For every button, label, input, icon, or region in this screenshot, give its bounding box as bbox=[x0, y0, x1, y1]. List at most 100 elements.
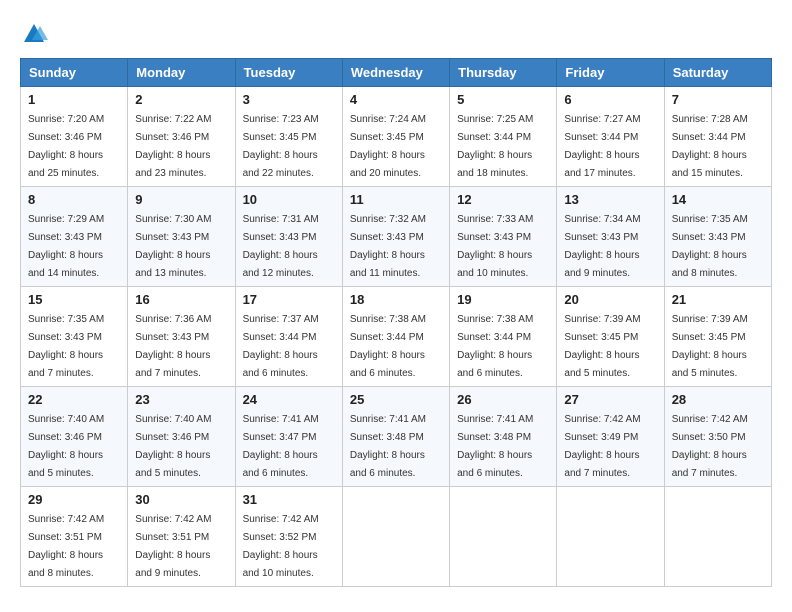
day-info: Sunrise: 7:40 AM Sunset: 3:46 PM Dayligh… bbox=[135, 414, 211, 479]
day-number: 22 bbox=[28, 392, 120, 407]
day-number: 31 bbox=[243, 492, 335, 507]
day-info: Sunrise: 7:42 AM Sunset: 3:52 PM Dayligh… bbox=[243, 514, 319, 579]
logo bbox=[20, 20, 52, 48]
day-info: Sunrise: 7:29 AM Sunset: 3:43 PM Dayligh… bbox=[28, 214, 104, 279]
day-info: Sunrise: 7:41 AM Sunset: 3:48 PM Dayligh… bbox=[350, 414, 426, 479]
calendar-day-cell: 7 Sunrise: 7:28 AM Sunset: 3:44 PM Dayli… bbox=[664, 87, 771, 187]
day-info: Sunrise: 7:38 AM Sunset: 3:44 PM Dayligh… bbox=[457, 314, 533, 379]
day-info: Sunrise: 7:41 AM Sunset: 3:47 PM Dayligh… bbox=[243, 414, 319, 479]
dow-header: Wednesday bbox=[342, 59, 449, 87]
day-number: 18 bbox=[350, 292, 442, 307]
day-number: 29 bbox=[28, 492, 120, 507]
day-number: 28 bbox=[672, 392, 764, 407]
dow-header: Friday bbox=[557, 59, 664, 87]
calendar-day-cell: 17 Sunrise: 7:37 AM Sunset: 3:44 PM Dayl… bbox=[235, 287, 342, 387]
day-info: Sunrise: 7:25 AM Sunset: 3:44 PM Dayligh… bbox=[457, 114, 533, 179]
calendar-day-cell: 5 Sunrise: 7:25 AM Sunset: 3:44 PM Dayli… bbox=[450, 87, 557, 187]
day-info: Sunrise: 7:39 AM Sunset: 3:45 PM Dayligh… bbox=[672, 314, 748, 379]
calendar-day-cell: 3 Sunrise: 7:23 AM Sunset: 3:45 PM Dayli… bbox=[235, 87, 342, 187]
day-info: Sunrise: 7:40 AM Sunset: 3:46 PM Dayligh… bbox=[28, 414, 104, 479]
calendar-week-row: 22 Sunrise: 7:40 AM Sunset: 3:46 PM Dayl… bbox=[21, 387, 772, 487]
day-number: 5 bbox=[457, 92, 549, 107]
day-number: 17 bbox=[243, 292, 335, 307]
calendar-day-cell: 19 Sunrise: 7:38 AM Sunset: 3:44 PM Dayl… bbox=[450, 287, 557, 387]
day-info: Sunrise: 7:41 AM Sunset: 3:48 PM Dayligh… bbox=[457, 414, 533, 479]
day-number: 21 bbox=[672, 292, 764, 307]
day-number: 10 bbox=[243, 192, 335, 207]
day-info: Sunrise: 7:42 AM Sunset: 3:51 PM Dayligh… bbox=[28, 514, 104, 579]
calendar-day-cell: 12 Sunrise: 7:33 AM Sunset: 3:43 PM Dayl… bbox=[450, 187, 557, 287]
calendar-day-cell: 23 Sunrise: 7:40 AM Sunset: 3:46 PM Dayl… bbox=[128, 387, 235, 487]
day-number: 2 bbox=[135, 92, 227, 107]
calendar-day-cell: 6 Sunrise: 7:27 AM Sunset: 3:44 PM Dayli… bbox=[557, 87, 664, 187]
days-of-week-row: SundayMondayTuesdayWednesdayThursdayFrid… bbox=[21, 59, 772, 87]
dow-header: Tuesday bbox=[235, 59, 342, 87]
calendar-day-cell: 26 Sunrise: 7:41 AM Sunset: 3:48 PM Dayl… bbox=[450, 387, 557, 487]
day-number: 8 bbox=[28, 192, 120, 207]
calendar-week-row: 8 Sunrise: 7:29 AM Sunset: 3:43 PM Dayli… bbox=[21, 187, 772, 287]
day-info: Sunrise: 7:35 AM Sunset: 3:43 PM Dayligh… bbox=[28, 314, 104, 379]
calendar-day-cell: 30 Sunrise: 7:42 AM Sunset: 3:51 PM Dayl… bbox=[128, 487, 235, 587]
calendar-day-cell: 15 Sunrise: 7:35 AM Sunset: 3:43 PM Dayl… bbox=[21, 287, 128, 387]
page-header bbox=[20, 20, 772, 48]
day-number: 19 bbox=[457, 292, 549, 307]
calendar-day-cell: 25 Sunrise: 7:41 AM Sunset: 3:48 PM Dayl… bbox=[342, 387, 449, 487]
day-info: Sunrise: 7:20 AM Sunset: 3:46 PM Dayligh… bbox=[28, 114, 104, 179]
day-info: Sunrise: 7:30 AM Sunset: 3:43 PM Dayligh… bbox=[135, 214, 211, 279]
empty-cell bbox=[450, 487, 557, 587]
calendar-day-cell: 16 Sunrise: 7:36 AM Sunset: 3:43 PM Dayl… bbox=[128, 287, 235, 387]
calendar-day-cell: 4 Sunrise: 7:24 AM Sunset: 3:45 PM Dayli… bbox=[342, 87, 449, 187]
calendar-week-row: 29 Sunrise: 7:42 AM Sunset: 3:51 PM Dayl… bbox=[21, 487, 772, 587]
day-number: 23 bbox=[135, 392, 227, 407]
calendar-body: 1 Sunrise: 7:20 AM Sunset: 3:46 PM Dayli… bbox=[21, 87, 772, 587]
day-info: Sunrise: 7:39 AM Sunset: 3:45 PM Dayligh… bbox=[564, 314, 640, 379]
dow-header: Sunday bbox=[21, 59, 128, 87]
day-number: 24 bbox=[243, 392, 335, 407]
day-number: 12 bbox=[457, 192, 549, 207]
day-number: 9 bbox=[135, 192, 227, 207]
dow-header: Monday bbox=[128, 59, 235, 87]
calendar-day-cell: 29 Sunrise: 7:42 AM Sunset: 3:51 PM Dayl… bbox=[21, 487, 128, 587]
calendar-day-cell: 27 Sunrise: 7:42 AM Sunset: 3:49 PM Dayl… bbox=[557, 387, 664, 487]
day-info: Sunrise: 7:34 AM Sunset: 3:43 PM Dayligh… bbox=[564, 214, 640, 279]
calendar-week-row: 15 Sunrise: 7:35 AM Sunset: 3:43 PM Dayl… bbox=[21, 287, 772, 387]
calendar-week-row: 1 Sunrise: 7:20 AM Sunset: 3:46 PM Dayli… bbox=[21, 87, 772, 187]
calendar-day-cell: 10 Sunrise: 7:31 AM Sunset: 3:43 PM Dayl… bbox=[235, 187, 342, 287]
day-info: Sunrise: 7:37 AM Sunset: 3:44 PM Dayligh… bbox=[243, 314, 319, 379]
day-number: 25 bbox=[350, 392, 442, 407]
day-info: Sunrise: 7:35 AM Sunset: 3:43 PM Dayligh… bbox=[672, 214, 748, 279]
day-info: Sunrise: 7:36 AM Sunset: 3:43 PM Dayligh… bbox=[135, 314, 211, 379]
empty-cell bbox=[342, 487, 449, 587]
dow-header: Saturday bbox=[664, 59, 771, 87]
day-number: 15 bbox=[28, 292, 120, 307]
calendar-day-cell: 20 Sunrise: 7:39 AM Sunset: 3:45 PM Dayl… bbox=[557, 287, 664, 387]
calendar-day-cell: 2 Sunrise: 7:22 AM Sunset: 3:46 PM Dayli… bbox=[128, 87, 235, 187]
empty-cell bbox=[557, 487, 664, 587]
calendar-day-cell: 24 Sunrise: 7:41 AM Sunset: 3:47 PM Dayl… bbox=[235, 387, 342, 487]
calendar-day-cell: 31 Sunrise: 7:42 AM Sunset: 3:52 PM Dayl… bbox=[235, 487, 342, 587]
day-info: Sunrise: 7:22 AM Sunset: 3:46 PM Dayligh… bbox=[135, 114, 211, 179]
logo-icon bbox=[20, 20, 48, 48]
calendar-day-cell: 13 Sunrise: 7:34 AM Sunset: 3:43 PM Dayl… bbox=[557, 187, 664, 287]
day-number: 1 bbox=[28, 92, 120, 107]
day-number: 26 bbox=[457, 392, 549, 407]
day-number: 13 bbox=[564, 192, 656, 207]
day-info: Sunrise: 7:24 AM Sunset: 3:45 PM Dayligh… bbox=[350, 114, 426, 179]
day-number: 20 bbox=[564, 292, 656, 307]
day-info: Sunrise: 7:42 AM Sunset: 3:50 PM Dayligh… bbox=[672, 414, 748, 479]
calendar-day-cell: 9 Sunrise: 7:30 AM Sunset: 3:43 PM Dayli… bbox=[128, 187, 235, 287]
calendar-table: SundayMondayTuesdayWednesdayThursdayFrid… bbox=[20, 58, 772, 587]
calendar-day-cell: 11 Sunrise: 7:32 AM Sunset: 3:43 PM Dayl… bbox=[342, 187, 449, 287]
day-number: 6 bbox=[564, 92, 656, 107]
day-number: 7 bbox=[672, 92, 764, 107]
calendar-day-cell: 28 Sunrise: 7:42 AM Sunset: 3:50 PM Dayl… bbox=[664, 387, 771, 487]
calendar-day-cell: 22 Sunrise: 7:40 AM Sunset: 3:46 PM Dayl… bbox=[21, 387, 128, 487]
day-info: Sunrise: 7:38 AM Sunset: 3:44 PM Dayligh… bbox=[350, 314, 426, 379]
day-number: 11 bbox=[350, 192, 442, 207]
day-info: Sunrise: 7:33 AM Sunset: 3:43 PM Dayligh… bbox=[457, 214, 533, 279]
day-info: Sunrise: 7:42 AM Sunset: 3:49 PM Dayligh… bbox=[564, 414, 640, 479]
calendar-day-cell: 21 Sunrise: 7:39 AM Sunset: 3:45 PM Dayl… bbox=[664, 287, 771, 387]
calendar-day-cell: 8 Sunrise: 7:29 AM Sunset: 3:43 PM Dayli… bbox=[21, 187, 128, 287]
day-info: Sunrise: 7:23 AM Sunset: 3:45 PM Dayligh… bbox=[243, 114, 319, 179]
empty-cell bbox=[664, 487, 771, 587]
